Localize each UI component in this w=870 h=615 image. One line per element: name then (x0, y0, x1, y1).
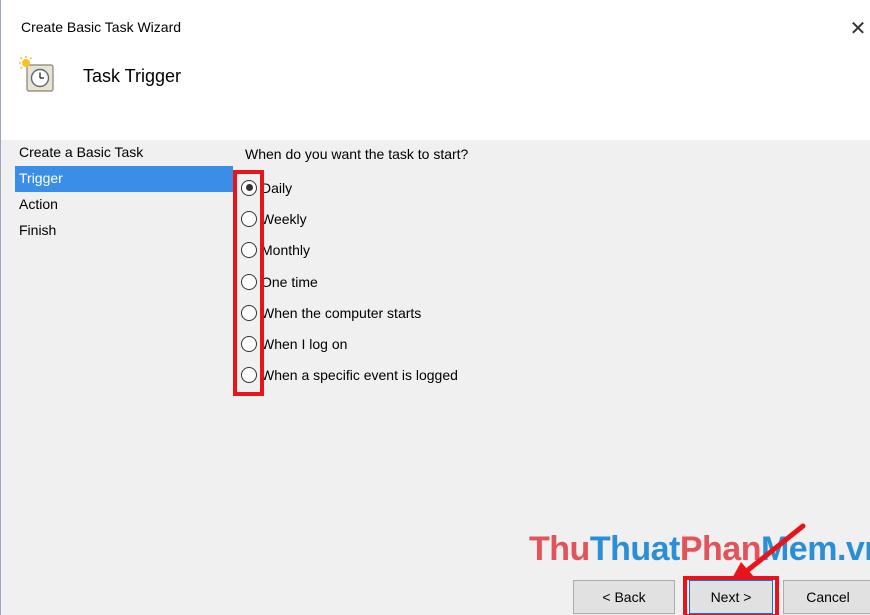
radio-daily[interactable] (241, 179, 257, 196)
trigger-options: Daily Weekly Monthly One time When the c… (241, 172, 458, 391)
option-label: When I log on (261, 336, 348, 353)
close-icon[interactable]: ✕ (845, 12, 870, 44)
option-log-on[interactable]: When I log on (241, 328, 458, 359)
radio-monthly[interactable] (241, 242, 257, 259)
watermark-part: Mem (760, 530, 837, 568)
watermark-part: Thu (529, 530, 590, 568)
wizard-window: Create Basic Task Wizard ✕ Task Trigger … (0, 0, 870, 615)
trigger-question: When do you want the task to start? (245, 146, 469, 162)
watermark-part: Thuat (589, 530, 681, 568)
wizard-steps-nav: Create a Basic Task Trigger Action Finis… (15, 140, 233, 244)
watermark-part: Phan (679, 530, 762, 568)
option-label: When the computer starts (261, 304, 422, 321)
option-label: Weekly (261, 210, 307, 227)
next-button[interactable]: Next > (689, 580, 773, 614)
nav-step-finish: Finish (19, 222, 57, 238)
option-label: When a specific event is logged (261, 367, 458, 384)
option-label: One time (261, 273, 318, 290)
window-title: Create Basic Task Wizard (21, 19, 182, 35)
option-daily[interactable]: Daily (241, 172, 458, 203)
option-label: Daily (261, 179, 293, 196)
cancel-button[interactable]: Cancel (783, 580, 870, 614)
page-title: Task Trigger (83, 66, 182, 86)
option-event-logged[interactable]: When a specific event is logged (241, 360, 458, 391)
watermark-part: .vn (836, 530, 870, 568)
title-bar: Create Basic Task Wizard ✕ (1, 0, 870, 56)
radio-one-time[interactable] (241, 273, 257, 290)
radio-computer-starts[interactable] (241, 304, 257, 321)
option-monthly[interactable]: Monthly (241, 235, 458, 266)
wizard-header: Task Trigger (1, 56, 870, 140)
radio-weekly[interactable] (241, 210, 257, 227)
nav-step-trigger: Trigger (15, 166, 233, 192)
nav-step-create-basic-task: Create a Basic Task (19, 144, 144, 160)
watermark-logo: ThuThuatPhanMem.vn (529, 530, 870, 569)
option-computer-starts[interactable]: When the computer starts (241, 297, 458, 328)
option-one-time[interactable]: One time (241, 266, 458, 297)
back-button[interactable]: < Back (573, 580, 675, 614)
nav-step-action: Action (19, 196, 58, 212)
option-label: Monthly (261, 242, 311, 259)
option-weekly[interactable]: Weekly (241, 203, 458, 234)
radio-event-logged[interactable] (241, 367, 257, 384)
radio-log-on[interactable] (241, 336, 257, 353)
clock-task-icon (19, 56, 54, 92)
content-area: Create a Basic Task Trigger Action Finis… (1, 140, 870, 615)
